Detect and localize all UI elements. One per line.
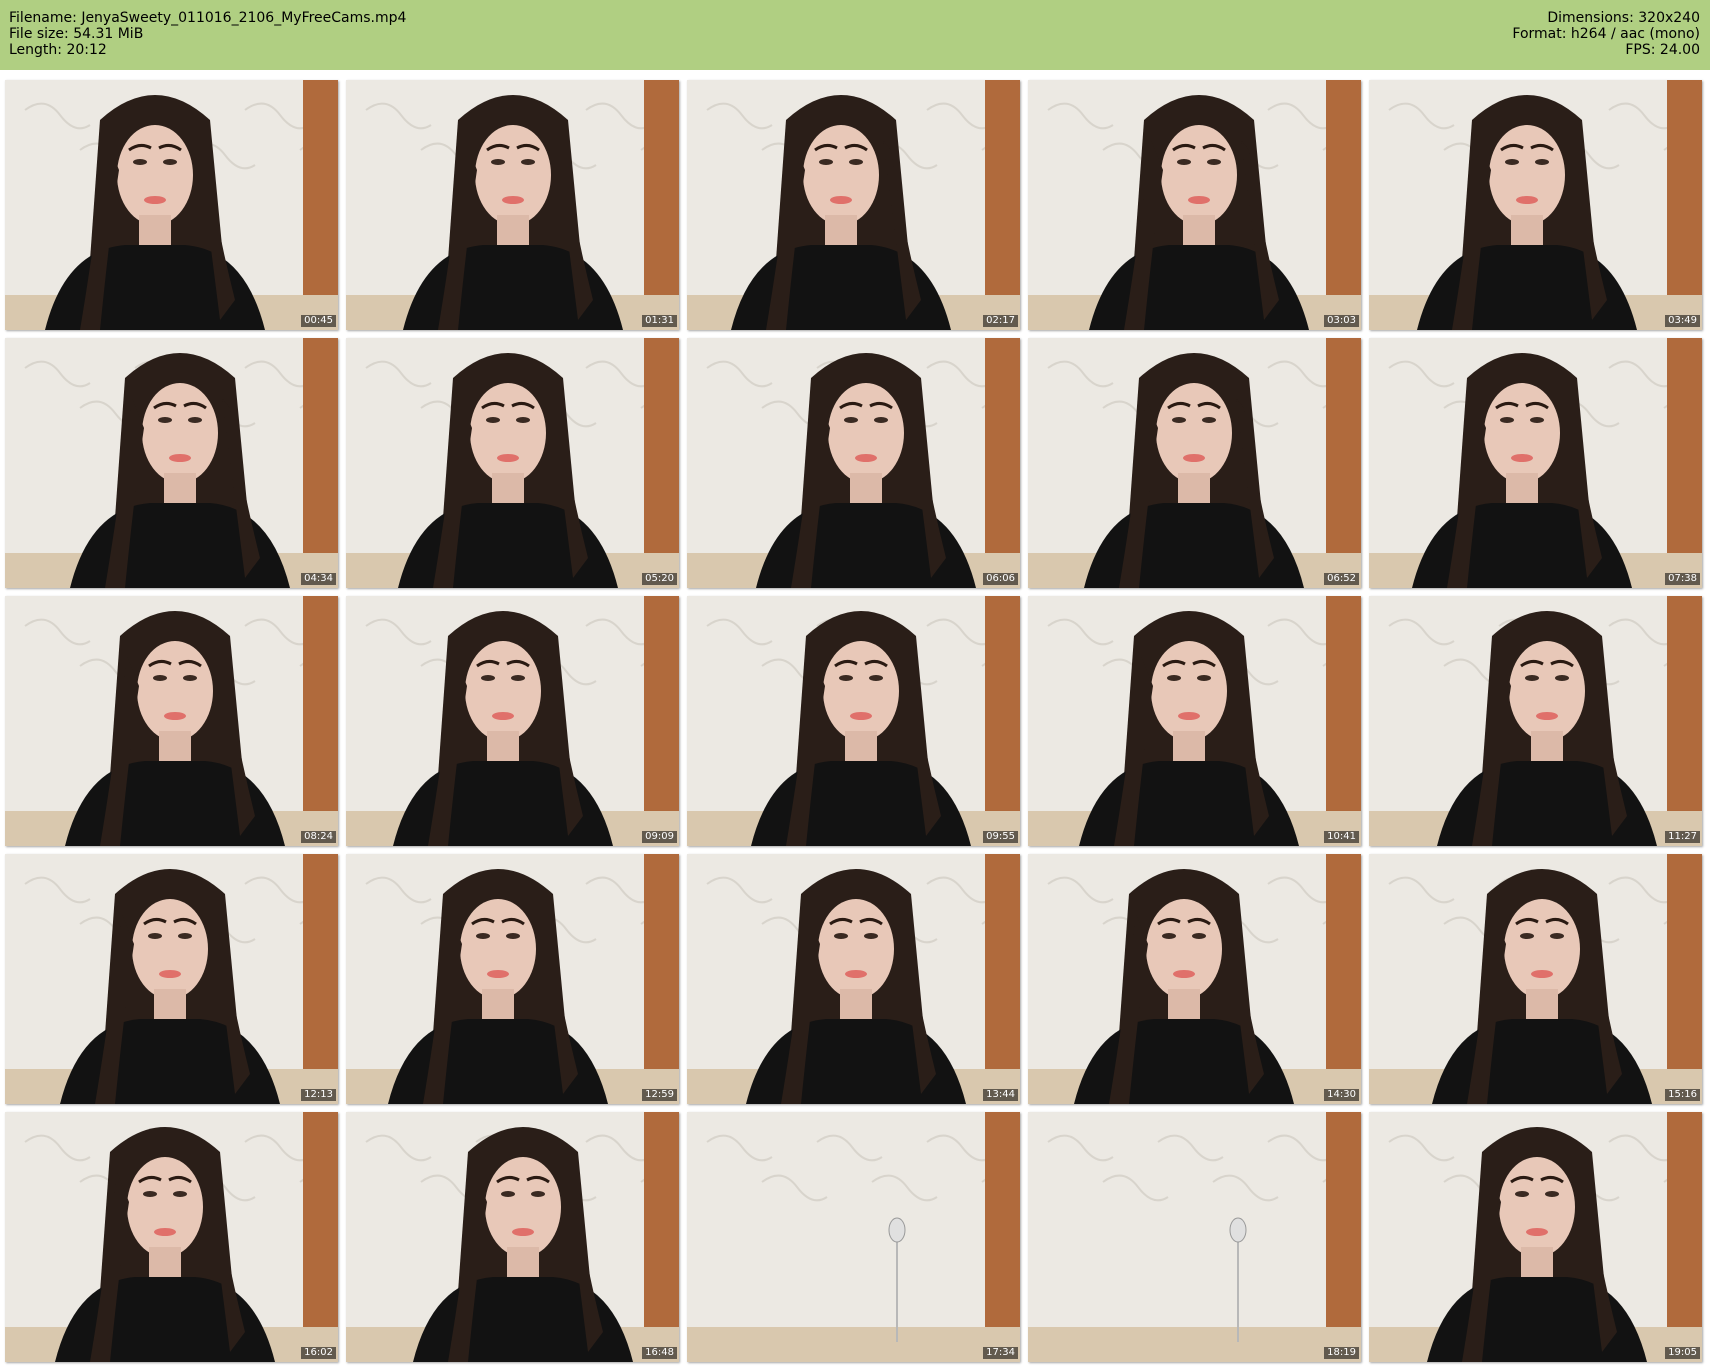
frame-image [1028,854,1361,1104]
filename-label: Filename: [9,10,77,26]
file-info: Filename: JenyaSweety_011016_2106_MyFree… [9,10,406,58]
frame-image [5,854,338,1104]
fps-label: FPS: [1625,42,1656,58]
timestamp-label: 09:09 [642,831,677,843]
thumbnail-frame: 13:44 [687,854,1020,1104]
thumbnail-frame: 19:05 [1369,1112,1702,1362]
timestamp-label: 03:03 [1324,315,1359,327]
format-label: Format: [1512,26,1567,42]
frame-image [1369,80,1702,330]
frame-image [687,854,1020,1104]
frame-image [687,1112,1020,1362]
thumbnail-frame: 06:06 [687,338,1020,588]
frame-image [1028,1112,1361,1362]
fps-value: 24.00 [1659,42,1700,58]
thumbnail-frame: 08:24 [5,596,338,846]
thumbnail-frame: 15:16 [1369,854,1702,1104]
thumbnail-frame: 03:03 [1028,80,1361,330]
timestamp-label: 18:19 [1324,1347,1359,1359]
frame-image [687,596,1020,846]
filesize-value: 54.31 MiB [73,26,144,42]
frame-image [1369,596,1702,846]
frame-image [1369,1112,1702,1362]
dimensions-value: 320x240 [1638,10,1700,26]
timestamp-label: 04:34 [301,573,336,585]
thumbnail-frame: 11:27 [1369,596,1702,846]
frame-image [1369,854,1702,1104]
frame-image [5,596,338,846]
timestamp-label: 09:55 [983,831,1018,843]
thumbnail-frame: 14:30 [1028,854,1361,1104]
timestamp-label: 08:24 [301,831,336,843]
thumbnail-frame: 16:48 [346,1112,679,1362]
timestamp-label: 17:34 [983,1347,1018,1359]
fps-row: FPS: 24.00 [1512,42,1700,58]
frame-image [346,854,679,1104]
frame-image [1028,338,1361,588]
frame-image [346,80,679,330]
thumbnail-frame: 04:34 [5,338,338,588]
media-info: Dimensions: 320x240 Format: h264 / aac (… [1512,10,1700,58]
thumbnail-frame: 18:19 [1028,1112,1361,1362]
thumbnail-frame: 03:49 [1369,80,1702,330]
frame-image [5,1112,338,1362]
dimensions-row: Dimensions: 320x240 [1512,10,1700,26]
timestamp-label: 00:45 [301,315,336,327]
thumbnail-frame: 17:34 [687,1112,1020,1362]
thumbnail-frame: 10:41 [1028,596,1361,846]
thumbnail-grid: 00:45 01:31 02:17 03:03 03:49 04:34 05:20 06:06… [0,70,1710,1370]
timestamp-label: 16:02 [301,1347,336,1359]
timestamp-label: 16:48 [642,1347,677,1359]
timestamp-label: 07:38 [1665,573,1700,585]
thumbnail-frame: 02:17 [687,80,1020,330]
timestamp-label: 06:06 [983,573,1018,585]
frame-image [687,80,1020,330]
frame-image [1369,338,1702,588]
frame-image [346,338,679,588]
thumbnail-frame: 16:02 [5,1112,338,1362]
frame-image [1028,80,1361,330]
frame-image [346,1112,679,1362]
thumbnail-frame: 07:38 [1369,338,1702,588]
timestamp-label: 12:13 [301,1089,336,1101]
timestamp-label: 13:44 [983,1089,1018,1101]
timestamp-label: 12:59 [642,1089,677,1101]
filesize-row: File size: 54.31 MiB [9,26,406,42]
format-row: Format: h264 / aac (mono) [1512,26,1700,42]
thumbnail-frame: 01:31 [346,80,679,330]
timestamp-label: 11:27 [1665,831,1700,843]
length-row: Length: 20:12 [9,42,406,58]
frame-image [5,338,338,588]
frame-image [1028,596,1361,846]
thumbnail-frame: 12:59 [346,854,679,1104]
thumbnail-frame: 05:20 [346,338,679,588]
frame-image [687,338,1020,588]
filename-row: Filename: JenyaSweety_011016_2106_MyFree… [9,10,406,26]
format-value: h264 / aac (mono) [1570,26,1700,42]
timestamp-label: 19:05 [1665,1347,1700,1359]
timestamp-label: 05:20 [642,573,677,585]
timestamp-label: 03:49 [1665,315,1700,327]
thumbnail-frame: 09:09 [346,596,679,846]
dimensions-label: Dimensions: [1547,10,1634,26]
timestamp-label: 14:30 [1324,1089,1359,1101]
length-label: Length: [9,42,63,58]
thumbnail-frame: 12:13 [5,854,338,1104]
filesize-label: File size: [9,26,69,42]
filename-value: JenyaSweety_011016_2106_MyFreeCams.mp4 [81,10,407,26]
thumbnail-frame: 09:55 [687,596,1020,846]
timestamp-label: 02:17 [983,315,1018,327]
length-value: 20:12 [66,42,107,58]
timestamp-label: 10:41 [1324,831,1359,843]
thumbnail-frame: 06:52 [1028,338,1361,588]
timestamp-label: 15:16 [1665,1089,1700,1101]
frame-image [346,596,679,846]
timestamp-label: 06:52 [1324,573,1359,585]
header-bar: Filename: JenyaSweety_011016_2106_MyFree… [0,0,1710,70]
frame-image [5,80,338,330]
timestamp-label: 01:31 [642,315,677,327]
thumbnail-frame: 00:45 [5,80,338,330]
